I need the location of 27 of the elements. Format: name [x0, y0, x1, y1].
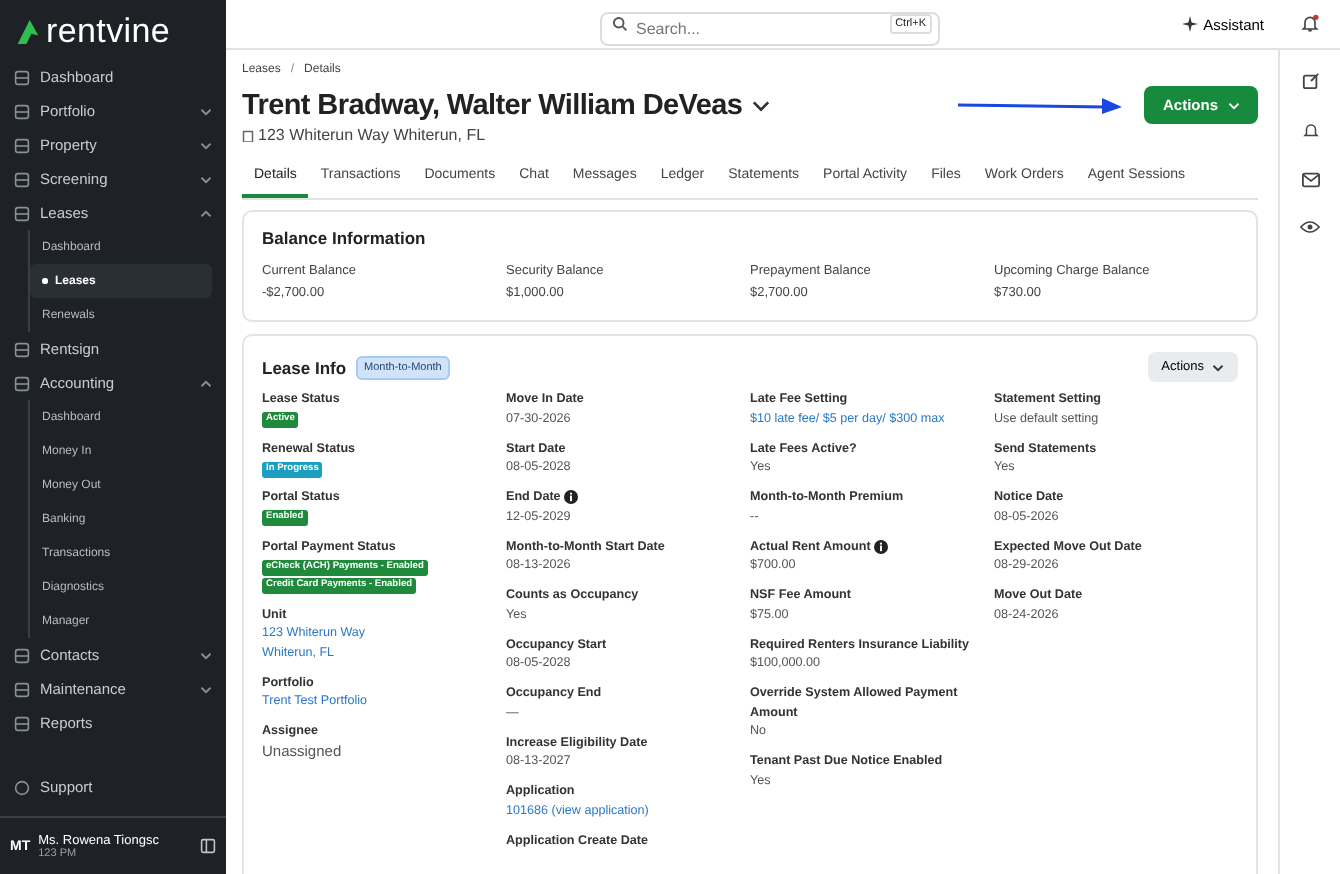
bell-icon[interactable]	[1301, 122, 1319, 140]
nav-icon	[14, 341, 30, 357]
eye-icon[interactable]	[1300, 220, 1320, 234]
nav-icon	[14, 69, 30, 85]
nav-icon	[14, 681, 30, 697]
page-title: Trent Bradway, Walter William DeVeas	[242, 89, 743, 121]
chevron-down-icon[interactable]	[752, 99, 771, 111]
card-title: Lease Info	[262, 357, 347, 377]
address-text: 123 Whiterun Way Whiterun, FL	[258, 126, 486, 144]
nav-icon	[14, 205, 30, 221]
chevron-down-icon	[1228, 101, 1240, 109]
bell-icon[interactable]	[1300, 14, 1320, 34]
nav-icon	[14, 103, 30, 119]
card-title: Balance Information	[262, 228, 428, 248]
nav-icon	[14, 375, 30, 391]
logo-icon	[16, 18, 40, 46]
sidebar-toggle-icon[interactable]	[200, 838, 216, 854]
chevron-down-icon	[1212, 363, 1224, 371]
nav-icon	[14, 171, 30, 187]
nav-icon	[14, 647, 30, 663]
logo-text: rentvine	[46, 12, 171, 52]
mail-icon[interactable]	[1301, 172, 1319, 188]
nav-icon	[14, 137, 30, 153]
edit-icon[interactable]	[1301, 72, 1319, 90]
nav-icon	[14, 715, 30, 731]
sparkle-icon	[1181, 16, 1198, 32]
search-icon	[612, 16, 628, 32]
